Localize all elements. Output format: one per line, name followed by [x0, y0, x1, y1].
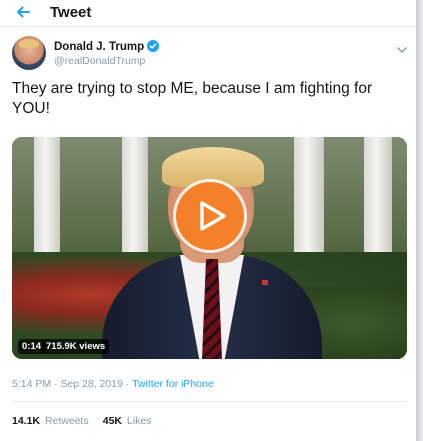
tweet-date[interactable]: Sep 28, 2019 — [60, 378, 122, 390]
retweets-count: 14.1K — [12, 415, 41, 427]
play-button[interactable] — [176, 182, 244, 250]
person-hair — [162, 147, 264, 187]
author-name-text[interactable]: Donald J. Trump — [54, 41, 144, 53]
video-duration: 0:14 — [18, 339, 46, 354]
flag-pin — [262, 280, 268, 285]
retweets-label: Retweets — [44, 415, 89, 427]
tweet-source[interactable]: Twitter for iPhone — [132, 378, 214, 390]
chevron-down-icon[interactable] — [397, 41, 407, 53]
tweet-page: Tweet Donald J. Trump @realDonaldTrump T… — [0, 0, 417, 441]
video-player[interactable]: 0:14 715.9K views — [12, 137, 407, 359]
window-edge — [416, 0, 423, 441]
play-icon — [200, 201, 226, 231]
avatar[interactable] — [12, 36, 46, 70]
author-handle[interactable]: @realDonaldTrump — [54, 55, 145, 67]
meta-separator: · — [122, 378, 133, 390]
likes-count: 45K — [102, 415, 122, 427]
tweet-text: They are trying to stop ME, because I am… — [12, 80, 373, 117]
likes-label: Likes — [126, 415, 152, 427]
verified-badge-icon — [147, 40, 160, 52]
tweet-meta: 5:14 PM · Sep 28, 2019 · Twitter for iPh… — [12, 378, 214, 390]
divider — [12, 401, 407, 402]
author-name[interactable]: Donald J. Trump — [54, 40, 160, 53]
retweets-stat[interactable]: 14.1K Retweets — [12, 415, 89, 427]
likes-stat[interactable]: 45K Likes — [103, 415, 152, 427]
top-bar: Tweet — [0, 0, 416, 27]
video-views: 715.9K views — [42, 339, 110, 354]
engagement-stats: 14.1K Retweets 45K Likes — [12, 415, 151, 427]
back-arrow-icon[interactable] — [14, 3, 32, 21]
tweet-time[interactable]: 5:14 PM — [12, 378, 51, 390]
page-title: Tweet — [50, 4, 92, 21]
